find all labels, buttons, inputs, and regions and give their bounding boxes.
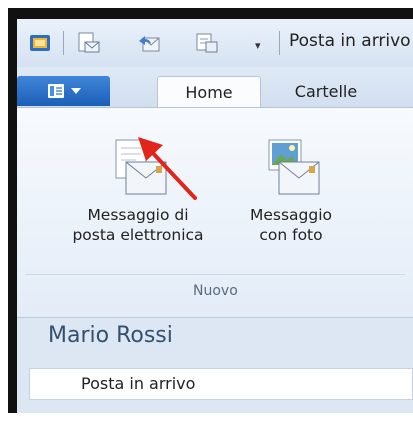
tab-cartelle[interactable]: Cartelle — [273, 76, 379, 107]
ribbon-home: Messaggio di posta elettronica Messaggio… — [17, 107, 413, 318]
button-label-line2: posta elettronica — [72, 226, 204, 245]
new-email-button[interactable]: Messaggio di posta elettronica — [63, 138, 213, 245]
tab-label: Home — [185, 83, 233, 102]
new-photo-message-button[interactable]: Messaggio con foto — [231, 138, 351, 245]
button-label-line1: Messaggio — [249, 206, 333, 225]
window-title: Posta in arrivo — [289, 31, 411, 51]
folder-inbox[interactable]: Posta in arrivo — [29, 368, 413, 400]
button-label-line1: Messaggio di — [87, 206, 189, 225]
window-content: ▾ Posta in arrivo Home Cartelle Messaggi… — [17, 19, 413, 413]
app-window: ▾ Posta in arrivo Home Cartelle Messaggi… — [8, 8, 413, 413]
photo-message-icon — [268, 139, 320, 195]
account-name[interactable]: Mario Rossi — [48, 323, 173, 348]
email-message-icon — [115, 139, 167, 195]
new-mail-icon[interactable] — [77, 32, 101, 54]
app-menu-icon — [47, 84, 64, 98]
tab-label: Cartelle — [294, 82, 358, 101]
ribbon-group-label: Nuovo — [193, 283, 238, 299]
group-divider — [25, 274, 405, 275]
button-label-line2: con foto — [259, 226, 323, 245]
folder-label: Posta in arrivo — [81, 374, 196, 393]
toolbar-separator — [279, 31, 280, 55]
calendar-icon[interactable] — [195, 32, 219, 54]
ribbon-tab-row: Home Cartelle — [17, 67, 413, 108]
tab-home[interactable]: Home — [157, 76, 261, 108]
title-bar: ▾ Posta in arrivo — [17, 19, 413, 67]
toolbar-separator — [63, 31, 64, 55]
customize-toolbar-dropdown[interactable]: ▾ — [255, 39, 261, 52]
reply-icon[interactable] — [137, 32, 161, 54]
chevron-down-icon — [70, 88, 81, 94]
outlook-app-icon[interactable] — [29, 32, 53, 54]
file-menu-button[interactable] — [17, 76, 110, 106]
